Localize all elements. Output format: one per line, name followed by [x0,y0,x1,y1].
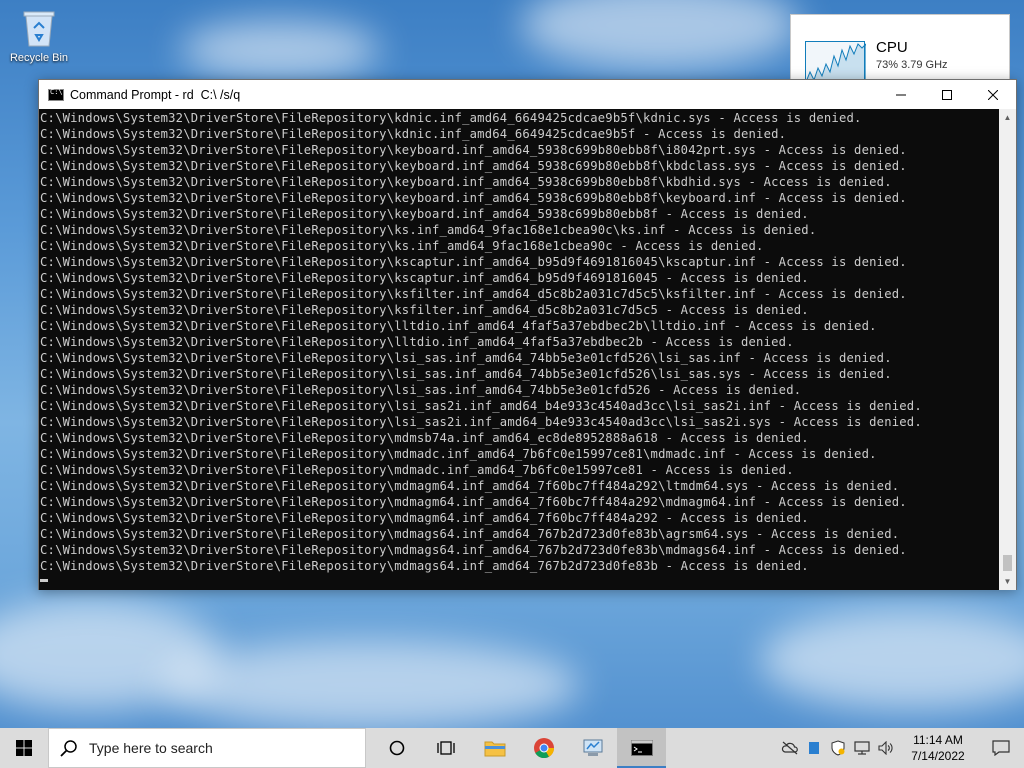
scroll-up-button[interactable]: ▲ [999,109,1016,126]
file-explorer-button[interactable] [470,728,519,768]
console-line: C:\Windows\System32\DriverStore\FileRepo… [40,111,862,125]
console-line: C:\Windows\System32\DriverStore\FileRepo… [40,255,907,269]
network-icon [854,741,870,755]
start-button[interactable] [0,728,48,768]
text-cursor [40,579,48,582]
cpu-usage-text: 73% 3.79 GHz [876,59,948,71]
console-line: C:\Windows\System32\DriverStore\FileRepo… [40,319,877,333]
vertical-scrollbar[interactable]: ▲ ▼ [999,109,1016,590]
search-icon [60,740,77,757]
command-prompt-taskbar-button[interactable] [617,728,666,768]
console-line: C:\Windows\System32\DriverStore\FileRepo… [40,303,809,317]
close-icon [988,89,998,100]
security-shield-icon [831,740,845,756]
chrome-button[interactable] [519,728,568,768]
console-line: C:\Windows\System32\DriverStore\FileRepo… [40,175,892,189]
console-line: C:\Windows\System32\DriverStore\FileRepo… [40,543,907,557]
clock-time: 11:14 AM [913,733,963,747]
console-line: C:\Windows\System32\DriverStore\FileRepo… [40,143,907,157]
command-prompt-icon [48,88,64,101]
window-title: Command Prompt - rd C:\ /s/q [70,87,241,102]
console-line: C:\Windows\System32\DriverStore\FileRepo… [40,447,877,461]
console-line: C:\Windows\System32\DriverStore\FileRepo… [40,511,809,525]
action-center-button[interactable] [978,728,1024,768]
console-line: C:\Windows\System32\DriverStore\FileRepo… [40,351,892,365]
console-line: C:\Windows\System32\DriverStore\FileRepo… [40,527,900,541]
console-line: C:\Windows\System32\DriverStore\FileRepo… [40,287,907,301]
console-line: C:\Windows\System32\DriverStore\FileRepo… [40,431,809,445]
notification-icon [992,740,1010,756]
chrome-icon [533,738,554,759]
onedrive-tray-button[interactable] [778,728,802,768]
control-panel-icon [583,739,602,756]
minimize-button[interactable] [878,80,924,109]
system-tray: 11:14 AM 7/14/2022 [778,728,1024,768]
console-line: C:\Windows\System32\DriverStore\FileRepo… [40,399,922,413]
recycle-bin-icon [22,8,56,48]
taskbar-search-box[interactable] [48,728,366,768]
console-line: C:\Windows\System32\DriverStore\FileRepo… [40,223,817,237]
console-line: C:\Windows\System32\DriverStore\FileRepo… [40,239,764,253]
console-line: C:\Windows\System32\DriverStore\FileRepo… [40,495,907,509]
window-titlebar[interactable]: Command Prompt - rd C:\ /s/q [39,80,1016,109]
maximize-button[interactable] [924,80,970,109]
console-line: C:\Windows\System32\DriverStore\FileRepo… [40,207,809,221]
console-line: C:\Windows\System32\DriverStore\FileRepo… [40,191,907,205]
taskbar: 11:14 AM 7/14/2022 [0,728,1024,768]
windows-logo-icon [16,740,32,756]
scrollbar-thumb[interactable] [1003,555,1012,571]
command-prompt-icon [630,740,653,756]
console-line: C:\Windows\System32\DriverStore\FileRepo… [40,271,809,285]
file-explorer-icon [484,741,505,757]
console-line: C:\Windows\System32\DriverStore\FileRepo… [40,335,794,349]
console-line: C:\Windows\System32\DriverStore\FileRepo… [40,463,794,477]
recycle-bin[interactable]: Recycle Bin [4,8,74,64]
defender-tray-button[interactable] [826,728,850,768]
volume-tray-button[interactable] [874,728,898,768]
console-line: C:\Windows\System32\DriverStore\FileRepo… [40,367,892,381]
cpu-title: CPU [876,39,908,56]
console-line: C:\Windows\System32\DriverStore\FileRepo… [40,383,802,397]
speaker-icon [878,741,893,755]
console-output[interactable]: C:\Windows\System32\DriverStore\FileRepo… [39,109,1000,590]
task-view-icon [436,741,455,755]
console-line: C:\Windows\System32\DriverStore\FileRepo… [40,479,900,493]
console-line: C:\Windows\System32\DriverStore\FileRepo… [40,159,907,173]
console-line: C:\Windows\System32\DriverStore\FileRepo… [40,127,787,141]
cloud-offline-icon [781,741,798,755]
close-button[interactable] [970,80,1016,109]
task-view-button[interactable] [421,728,470,768]
minimize-icon [896,94,906,95]
tray-app-button[interactable] [802,728,826,768]
clock-date: 7/14/2022 [911,749,965,763]
cortana-circle-icon [389,740,404,756]
command-prompt-window[interactable]: Command Prompt - rd C:\ /s/q C:\Windows\… [38,79,1017,590]
scroll-down-button[interactable]: ▼ [999,573,1016,590]
maximize-icon [942,89,952,100]
search-input[interactable] [89,740,349,756]
console-line: C:\Windows\System32\DriverStore\FileRepo… [40,559,809,573]
recycle-bin-label: Recycle Bin [9,52,69,64]
cortana-button[interactable] [372,728,421,768]
control-panel-button[interactable] [568,728,617,768]
network-tray-button[interactable] [850,728,874,768]
blue-app-icon [809,742,819,754]
taskbar-clock[interactable]: 11:14 AM 7/14/2022 [898,732,978,764]
console-line: C:\Windows\System32\DriverStore\FileRepo… [40,415,922,429]
